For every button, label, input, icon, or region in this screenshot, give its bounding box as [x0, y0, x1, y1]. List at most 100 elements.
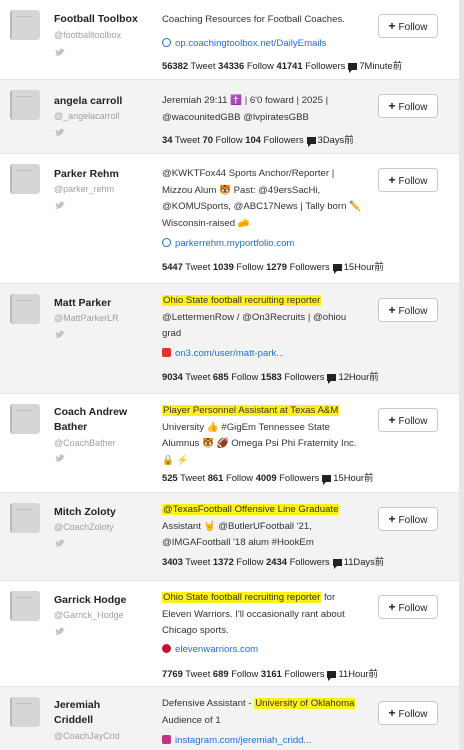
account-handle: @MattParkerLR	[54, 313, 119, 323]
bio-line: Wisconsin-raised 🧀	[162, 217, 250, 229]
account-bio: Defensive Assistant - University of Okla…	[162, 696, 374, 729]
follow-button[interactable]: + Follow	[378, 507, 438, 531]
last-active-time: 3Days前	[317, 134, 354, 145]
bio-text: for	[321, 592, 336, 603]
follow-button[interactable]: + Follow	[378, 595, 438, 619]
last-active-time: 7Minute前	[359, 60, 403, 71]
list-item: Garrick Hodge @Garrick_Hodge Ohio State …	[0, 581, 464, 687]
follow-label: Follow	[398, 416, 428, 427]
account-name[interactable]: Mitch Zoloty	[54, 505, 146, 520]
account-handle: @_angelacarroll	[54, 111, 120, 121]
follow-label: Follow	[398, 176, 428, 187]
bio-line: @KWKTFox44 Sports Anchor/Reporter |	[162, 168, 335, 179]
avatar[interactable]	[10, 503, 40, 533]
profile-link[interactable]: op.coachingtoolbox.net/DailyEmails	[162, 37, 326, 51]
bio-text: Defensive Assistant -	[162, 698, 255, 709]
account-bio: Player Personnel Assistant at Texas A&M …	[162, 403, 374, 469]
account-name[interactable]: Jeremiah Criddell	[54, 698, 134, 728]
avatar[interactable]	[10, 164, 40, 194]
account-stats: 3403 Tweet 1372 Follow 2434 Followers 11D…	[162, 555, 384, 569]
chat-icon	[327, 374, 337, 384]
plus-icon: +	[388, 303, 396, 317]
profile-link[interactable]: on3.com/user/matt-park...	[162, 347, 284, 361]
account-name[interactable]: angela carroll	[54, 94, 146, 109]
followers-count: 1279	[266, 261, 287, 272]
last-active-time: 15Hour前	[333, 472, 374, 483]
follow-button[interactable]: + Follow	[378, 701, 438, 725]
twitter-bird-icon	[55, 128, 65, 136]
account-name[interactable]: Garrick Hodge	[54, 593, 146, 608]
last-active-time: 11Days前	[343, 556, 385, 567]
bio-line: @KOMUSports, @ABC17News | Tally born ✏️	[162, 201, 362, 212]
following-count: 1039	[212, 261, 234, 272]
avatar[interactable]	[10, 10, 40, 40]
tweet-label: Tweet	[180, 472, 206, 483]
following-count: 1372	[212, 556, 234, 567]
globe-icon	[162, 38, 171, 47]
follow-button[interactable]: + Follow	[378, 14, 438, 38]
chat-icon	[332, 559, 342, 569]
account-bio: Jeremiah 29:11 ✝️ | 6'0 foward | 2025 | …	[162, 93, 374, 126]
followers-count: 4009	[255, 472, 277, 483]
following-count: 861	[207, 472, 224, 483]
account-stats: 7769 Tweet 689 Follow 3161 Followers 11Ho…	[162, 667, 378, 681]
following-label: Follow	[236, 556, 264, 567]
list-item: Parker Rehm @parker_rehm @KWKTFox44 Spor…	[0, 154, 464, 284]
follow-button[interactable]: + Follow	[378, 94, 438, 118]
profile-link[interactable]: instagram.com/jeremiah_cridd...	[162, 734, 312, 748]
followers-label: Followers	[289, 261, 330, 272]
profile-link[interactable]: elevenwarriors.com	[162, 643, 258, 657]
bio-line: @wacounitedGBB @lvpiratesGBB	[162, 111, 309, 123]
tweet-label: Tweet	[185, 556, 211, 567]
account-name[interactable]: Coach Andrew Bather	[54, 405, 146, 435]
account-stats: 34 Tweet 70 Follow 104 Followers 3Days前	[162, 133, 354, 147]
tweet-label: Tweet	[185, 371, 211, 382]
profile-link[interactable]: parkerrehm.myportfolio.com	[162, 237, 294, 251]
list-item: Coach Andrew Bather @CoachBather Player …	[0, 394, 464, 493]
plus-icon: +	[388, 99, 396, 113]
follow-button[interactable]: + Follow	[378, 168, 438, 192]
account-stats: 9034 Tweet 685 Follow 1583 Followers 12Ho…	[162, 370, 379, 384]
avatar[interactable]	[10, 404, 40, 434]
account-name[interactable]: Parker Rehm	[54, 167, 146, 182]
list-item: Football Toolbox @footballtoolbox Coachi…	[0, 0, 464, 80]
followers-label: Followers	[289, 556, 330, 567]
tweet-label: Tweet	[190, 60, 216, 71]
followers-label: Followers	[279, 472, 320, 483]
account-bio: @KWKTFox44 Sports Anchor/Reporter | Mizz…	[162, 166, 374, 232]
globe-icon	[162, 238, 171, 247]
profile-link-text: elevenwarriors.com	[175, 644, 259, 655]
chat-icon	[332, 264, 342, 274]
plus-icon: +	[388, 600, 396, 614]
scrollbar[interactable]	[459, 0, 464, 750]
tweet-count: 5447	[162, 261, 183, 272]
following-label: Follow	[231, 371, 259, 382]
chat-icon	[327, 671, 337, 681]
follow-button[interactable]: + Follow	[378, 298, 438, 322]
bio-line: @LettermenRow / @On3Recruits | @ohiou	[162, 311, 347, 323]
tweet-count: 7769	[162, 668, 183, 679]
plus-icon: +	[388, 706, 396, 720]
follow-button[interactable]: + Follow	[378, 408, 438, 432]
twitter-bird-icon	[55, 627, 65, 635]
avatar[interactable]	[10, 90, 40, 120]
twitter-bird-icon	[55, 454, 65, 462]
bio-line: grad	[162, 328, 182, 339]
account-name[interactable]: Football Toolbox	[54, 12, 146, 27]
instagram-icon	[162, 735, 171, 744]
avatar[interactable]	[10, 591, 40, 621]
tweet-count: 3403	[162, 556, 183, 567]
following-label: Follow	[236, 261, 264, 272]
following-label: Follow	[215, 134, 243, 145]
avatar[interactable]	[10, 294, 40, 324]
account-name[interactable]: Matt Parker	[54, 296, 146, 311]
following-label: Follow	[246, 60, 274, 71]
list-item: Mitch Zoloty @CoachZoloty @TexasFootball…	[0, 493, 464, 581]
bio-highlight: @TexasFootball Offensive Line Graduate	[162, 504, 340, 515]
list-item: angela carroll @_angelacarroll Jeremiah …	[0, 80, 464, 154]
account-bio: Coaching Resources for Football Coaches.	[162, 12, 374, 29]
bio-highlight: Ohio State football recruiting reporter	[162, 295, 322, 306]
avatar[interactable]	[10, 697, 40, 727]
twitter-bird-icon	[55, 330, 65, 338]
plus-icon: +	[388, 413, 396, 427]
